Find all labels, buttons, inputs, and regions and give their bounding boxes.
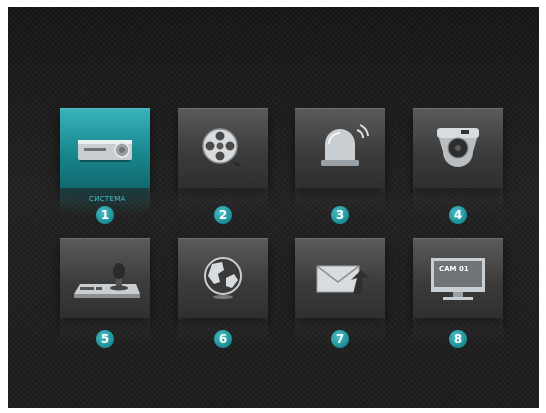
alarm-siren-icon [321,124,369,166]
menu-number-badge: 6 [214,330,232,348]
menu-number-badge: 7 [331,330,349,348]
menu-number-badge: 3 [331,206,349,224]
menu-tile-ptz[interactable] [60,238,150,344]
menu-number-badge: 8 [449,330,467,348]
menu-tile-display[interactable]: CAM 01 [413,238,503,344]
menu-number-badge: 4 [449,206,467,224]
globe-network-icon [204,257,242,299]
dvr-recorder-icon [78,140,132,162]
menu-tile-system[interactable] [60,108,150,214]
dome-camera-icon [437,128,479,167]
selected-menu-label: СИСТЕМА [89,195,126,203]
film-reel-icon [202,128,242,167]
menu-number-badge: 5 [96,330,114,348]
menu-tile-recording[interactable] [178,108,268,214]
main-menu-screen: СИСТЕМА 1 2 3 4 5 6 7 CAM 01 8 [8,7,539,408]
monitor-text: CAM 01 [439,265,469,273]
email-icon [316,265,369,294]
menu-number-badge: 2 [214,206,232,224]
menu-tile-email[interactable] [295,238,385,344]
menu-tile-camera[interactable] [413,108,503,214]
menu-tile-network[interactable] [178,238,268,344]
monitor-display-icon: CAM 01 [431,258,485,300]
menu-number-badge: 1 [96,206,114,224]
ptz-joystick-icon [74,263,140,298]
menu-tile-alarm[interactable] [295,108,385,214]
